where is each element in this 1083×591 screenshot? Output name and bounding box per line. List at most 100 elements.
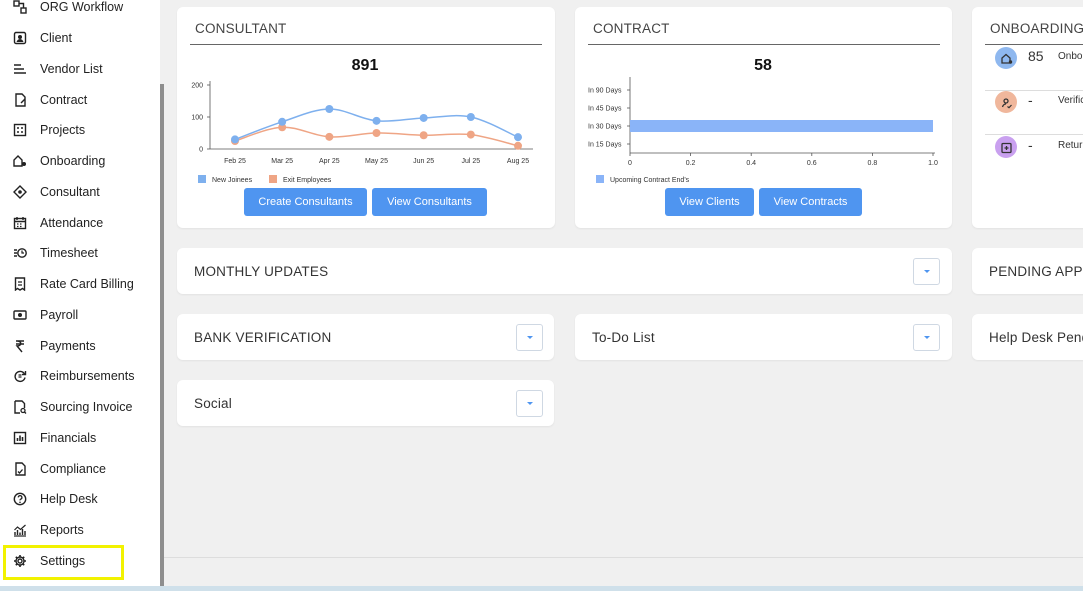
data-point[interactable] bbox=[325, 132, 334, 141]
sidebar-item-label: Reimbursements bbox=[40, 369, 135, 383]
sidebar-scrollbar[interactable] bbox=[160, 84, 164, 588]
sidebar-item-label: Compliance bbox=[40, 462, 107, 476]
data-point[interactable] bbox=[466, 113, 475, 121]
sidebar-item-client[interactable]: Client bbox=[0, 24, 160, 52]
sidebar-item-label: Contract bbox=[40, 93, 88, 107]
sidebar-item-reimbursements[interactable]: Reimbursements bbox=[0, 362, 160, 390]
chevron-down-icon bbox=[923, 270, 930, 273]
onboarding-card: ONBOARDING 85 Onbo - Verifica - Returne bbox=[972, 7, 1083, 228]
bank-verification-panel: BANK VERIFICATION bbox=[177, 314, 554, 360]
contract-icon bbox=[12, 92, 28, 108]
data-point[interactable] bbox=[419, 131, 428, 140]
chevron-down-icon bbox=[923, 336, 930, 339]
sidebar-item-label: Vendor List bbox=[40, 62, 103, 76]
onboarding-row-value: 85 bbox=[1028, 48, 1044, 64]
monthly-updates-panel: MONTHLY UPDATES bbox=[177, 248, 952, 294]
view-clients-button[interactable]: View Clients bbox=[665, 188, 754, 216]
sidebar-item-reports[interactable]: Reports bbox=[0, 516, 160, 544]
contract-card: CONTRACT 58 In 90 Days In 45 Days In 30 Da… bbox=[575, 7, 952, 228]
sidebar-item-payments[interactable]: Payments bbox=[0, 332, 160, 360]
pending-approvals-title: PENDING APPR bbox=[989, 264, 1083, 279]
sidebar-item-label: Payments bbox=[40, 339, 96, 353]
x-tick-label: 0.4 bbox=[746, 160, 756, 167]
help-icon bbox=[12, 491, 28, 507]
data-point[interactable] bbox=[231, 135, 239, 144]
sidebar-item-sourcing-invoice[interactable]: Sourcing Invoice bbox=[0, 393, 160, 421]
financials-icon bbox=[12, 430, 28, 446]
onboarding-row-label[interactable]: Returne bbox=[1058, 140, 1083, 151]
social-panel: Social bbox=[177, 380, 554, 426]
legend-label: Exit Employees bbox=[283, 177, 332, 184]
sidebar-item-vendor-list[interactable]: Vendor List bbox=[0, 55, 160, 83]
social-toggle[interactable] bbox=[516, 390, 543, 417]
client-icon bbox=[12, 30, 28, 46]
chevron-down-icon bbox=[526, 336, 533, 339]
sidebar-item-label: Onboarding bbox=[40, 154, 106, 168]
onboarding-row-value: - bbox=[1028, 137, 1033, 153]
timesheet-icon bbox=[12, 245, 28, 261]
contract-bar[interactable] bbox=[630, 120, 933, 132]
monthly-updates-toggle[interactable] bbox=[913, 258, 940, 285]
sidebar-item-contract[interactable]: Contract bbox=[0, 86, 160, 114]
x-tick-label: 0.2 bbox=[686, 160, 696, 167]
data-point[interactable] bbox=[372, 129, 381, 137]
todo-list-title: To-Do List bbox=[592, 330, 655, 345]
y-tick-label: 0 bbox=[199, 147, 203, 154]
onboarding-icon bbox=[12, 153, 28, 169]
todo-list-panel: To-Do List bbox=[575, 314, 952, 360]
x-tick-label: Apr 25 bbox=[319, 158, 340, 165]
payroll-icon bbox=[12, 307, 28, 323]
compliance-icon bbox=[12, 461, 28, 477]
sidebar-item-label: Rate Card Billing bbox=[40, 277, 134, 291]
onboarding-row-divider bbox=[985, 90, 1083, 91]
legend-swatch bbox=[596, 175, 604, 183]
x-tick-label: Aug 25 bbox=[507, 158, 529, 165]
sidebar-item-onboarding[interactable]: Onboarding bbox=[0, 147, 160, 175]
monthly-updates-title: MONTHLY UPDATES bbox=[194, 264, 329, 279]
todo-list-toggle[interactable] bbox=[913, 324, 940, 351]
data-point[interactable] bbox=[466, 130, 475, 139]
data-point[interactable] bbox=[514, 141, 522, 150]
x-tick-label: Jun 25 bbox=[413, 158, 434, 165]
data-point[interactable] bbox=[325, 105, 334, 113]
onboarding-row-label[interactable]: Onbo bbox=[1058, 51, 1082, 62]
y-tick-label: In 30 Days bbox=[588, 124, 622, 131]
view-contracts-button[interactable]: View Contracts bbox=[759, 188, 862, 216]
settings-highlight-box bbox=[3, 545, 124, 580]
sidebar-item-projects[interactable]: Projects bbox=[0, 116, 160, 144]
legend-swatch bbox=[198, 175, 206, 183]
x-tick-label: 1.0 bbox=[928, 160, 938, 167]
help-desk-panel: Help Desk Pend bbox=[972, 314, 1083, 360]
sidebar-item-consultant[interactable]: Consultant bbox=[0, 178, 160, 206]
legend-label: Upcoming Contract End's bbox=[610, 177, 690, 184]
y-tick-label: 100 bbox=[191, 115, 203, 122]
bank-verification-toggle[interactable] bbox=[516, 324, 543, 351]
sidebar-item-help-desk[interactable]: Help Desk bbox=[0, 485, 160, 513]
sidebar-item-financials[interactable]: Financials bbox=[0, 424, 160, 452]
onboarding-row-label[interactable]: Verifica bbox=[1058, 95, 1083, 106]
y-tick-label: 200 bbox=[191, 83, 203, 90]
data-point[interactable] bbox=[514, 133, 522, 142]
x-tick-label: Feb 25 bbox=[224, 158, 246, 165]
y-tick-label: In 90 Days bbox=[588, 88, 622, 95]
sidebar-item-compliance[interactable]: Compliance bbox=[0, 455, 160, 483]
x-tick-label: 0.8 bbox=[868, 160, 878, 167]
data-point[interactable] bbox=[372, 116, 381, 125]
onboarding-row-divider bbox=[985, 134, 1083, 135]
sidebar-item-payroll[interactable]: Payroll bbox=[0, 301, 160, 329]
sidebar-item-timesheet[interactable]: Timesheet bbox=[0, 239, 160, 267]
create-consultants-button[interactable]: Create Consultants bbox=[244, 188, 367, 216]
sidebar-item-rate-card-billing[interactable]: Rate Card Billing bbox=[0, 270, 160, 298]
sidebar-item-label: Payroll bbox=[40, 308, 79, 322]
data-point[interactable] bbox=[278, 117, 287, 126]
x-tick-label: 0.6 bbox=[807, 160, 817, 167]
help-desk-title: Help Desk Pend bbox=[989, 330, 1083, 345]
data-point[interactable] bbox=[419, 113, 428, 122]
return-icon bbox=[995, 136, 1017, 158]
sidebar-item-label: Help Desk bbox=[40, 492, 98, 506]
sidebar-item-org-workflow[interactable]: ORG Workflow bbox=[0, 0, 160, 21]
sidebar-item-attendance[interactable]: Attendance bbox=[0, 209, 160, 237]
x-tick-label: Mar 25 bbox=[271, 158, 293, 165]
y-tick-label: In 45 Days bbox=[588, 106, 622, 113]
view-consultants-button[interactable]: View Consultants bbox=[372, 188, 487, 216]
